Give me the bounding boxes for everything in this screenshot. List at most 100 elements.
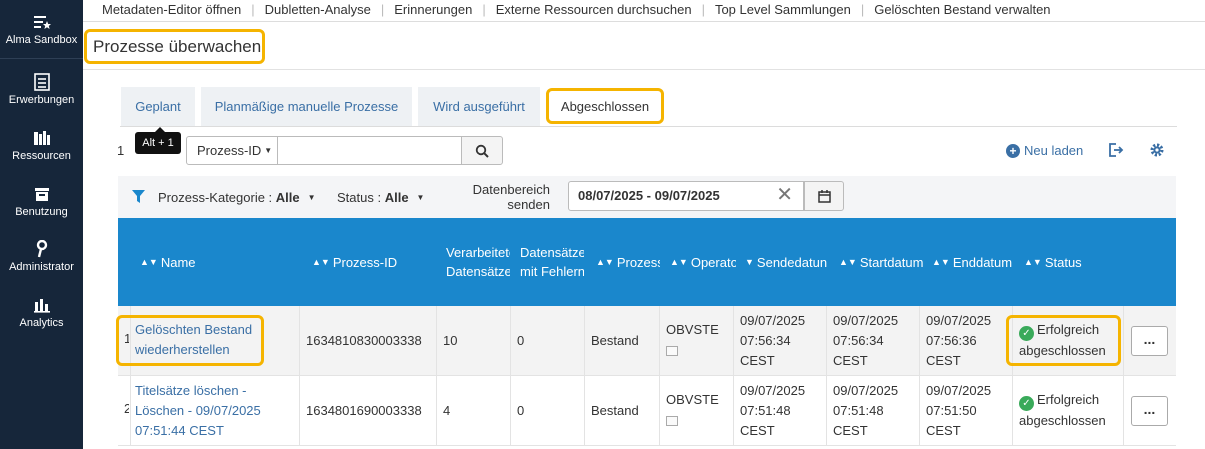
error-count: 0 [517,403,525,418]
menu-item-external-resources[interactable]: Externe Ressourcen durchsuchen [496,0,692,20]
export-icon[interactable] [1108,142,1124,158]
menu-separator: | [482,2,486,17]
column-divider [659,306,660,376]
tab-planmaessige-manuelle-prozesse[interactable]: Planmäßige manuelle Prozesse [201,87,412,126]
menu-item-reminders[interactable]: Erinnerungen [394,0,472,20]
acquisitions-icon [33,73,50,91]
menu-item-duplicates[interactable]: Dubletten-Analyse [265,0,371,20]
nav-item-ressourcen[interactable]: Ressourcen [0,129,83,162]
reload-button[interactable]: + Neu laden [1006,143,1083,158]
menu-item-deleted-inventory[interactable]: Gelöschten Bestand verwalten [874,0,1050,20]
menu-item-top-level-collections[interactable]: Top Level Sammlungen [715,0,851,20]
search-icon [475,144,489,158]
search-field-label: Prozess-ID [197,143,262,158]
column-header-processed-records[interactable]: Verarbeitete Datensätze [446,218,510,306]
date-range-value: 08/07/2025 - 09/07/2025 [578,188,720,203]
reload-label: Neu laden [1024,143,1084,158]
operator-name: OBVSTE [666,322,719,337]
menu-item-metadata-editor[interactable]: Metadaten-Editor öffnen [102,0,241,20]
tab-geplant[interactable]: Geplant [121,87,195,126]
row-actions-button[interactable]: ... [1131,326,1168,356]
column-divider [436,376,437,446]
nav-label: Benutzung [15,206,68,218]
column-header-name[interactable]: ▲▼ Name [140,218,290,306]
send-date: 09/07/2025 07:51:48 CEST [740,383,806,438]
divider [83,69,1205,70]
end-date: 09/07/2025 07:51:50 CEST [926,383,992,438]
column-divider [733,306,734,376]
tab-wird-ausgefuehrt[interactable]: Wird ausgeführt [418,87,540,126]
sort-icon: ▲▼ [839,257,857,267]
nav-item-benutzung[interactable]: Benutzung [0,185,83,218]
error-count: 0 [517,333,525,348]
menu-separator: | [380,2,385,17]
menu-separator: | [860,2,865,17]
filter-status[interactable]: Status : Alle ▼ [337,190,424,205]
column-label: Enddatum [952,254,1013,270]
search-button[interactable] [461,136,503,165]
processed-count: 10 [443,333,458,348]
row-index: 2 [124,401,129,416]
column-divider [659,376,660,446]
nav-label: Ressourcen [12,150,71,162]
caret-down-icon: ▼ [416,193,425,202]
column-label: Verarbeitete Datensätze [446,245,510,279]
nav-label: Erwerbungen [8,94,75,106]
page-title: Prozesse überwachen [93,37,262,56]
nav-item-analytics[interactable]: Analytics [0,296,83,329]
column-divider [919,306,920,376]
top-menu: Metadaten-Editor öffnen | Dubletten-Analys… [83,0,1205,22]
column-label: Datensätze mit Fehlern [520,245,584,279]
date-range-input[interactable]: 08/07/2025 - 09/07/2025 ✕ [568,181,804,211]
tab-abgeschlossen[interactable]: Abgeschlossen [546,88,664,124]
nav-item-alma-sandbox[interactable]: Alma Sandbox [0,13,83,46]
send-date: 09/07/2025 07:56:34 CEST [740,313,806,368]
calendar-button[interactable] [804,181,844,211]
process-type: Bestand [591,403,639,418]
search-field-select[interactable]: Prozess-ID ▼ [186,136,278,165]
sort-desc-icon: ▼ [745,257,754,267]
plus-circle-icon: + [1006,143,1020,158]
column-header-operator[interactable]: ▲▼Operator [670,218,736,306]
table-row: 2 Titelsätze löschen - Löschen - 09/07/2… [118,376,1176,446]
gear-icon[interactable] [1149,142,1165,158]
column-divider [299,376,300,446]
nav-item-administrator[interactable]: Administrator [0,240,83,273]
user-card-icon[interactable] [666,346,678,356]
column-divider [826,306,827,376]
sort-icon: ▲▼ [670,257,688,267]
menu-star-icon [33,16,51,29]
results-range: 1 [117,143,125,158]
filter-process-category[interactable]: Prozess-Kategorie : Alle ▼ [158,190,316,205]
column-header-process-type[interactable]: ▲▼Prozessk [596,218,660,306]
user-card-icon[interactable] [666,416,678,426]
clear-icon[interactable]: ✕ [776,182,793,209]
nav-item-erwerbungen[interactable]: Erwerbungen [0,73,83,106]
caret-down-icon: ▼ [307,193,316,202]
column-label: Status [1044,254,1082,270]
column-header-end-date[interactable]: ▲▼ Enddatum [932,218,1018,306]
column-label: Prozessk [616,254,660,270]
column-divider [510,376,511,446]
column-header-send-date[interactable]: ▼ Sendedatun [745,218,829,306]
operator: OBVSTE [666,320,719,356]
status-highlight [1006,315,1121,366]
operator-name: OBVSTE [666,392,719,407]
column-header-status[interactable]: ▲▼ Status [1024,218,1124,306]
tab-shortcut-tooltip: Alt + 1 [135,127,181,154]
filter-bar: Prozess-Kategorie : Alle ▼ Status : Alle ▼… [118,176,1176,218]
row-actions-button[interactable]: ... [1131,396,1168,426]
column-header-process-id[interactable]: ▲▼ Prozess-ID [312,218,432,306]
column-header-error-records[interactable]: Datensätze mit Fehlern [520,218,584,306]
column-divider [733,376,734,446]
nav-divider [0,58,83,59]
column-label: Startdatum [859,254,924,270]
column-header-start-date[interactable]: ▲▼ Startdatum [839,218,925,306]
process-name-link[interactable]: Titelsätze löschen - Löschen - 09/07/202… [135,381,275,441]
column-divider [1012,376,1013,446]
column-divider [130,376,131,446]
search-input[interactable] [277,136,462,165]
column-label: Sendedatun [756,254,828,270]
sort-icon: ▲▼ [312,257,330,267]
filter-label: Status : [337,190,382,205]
